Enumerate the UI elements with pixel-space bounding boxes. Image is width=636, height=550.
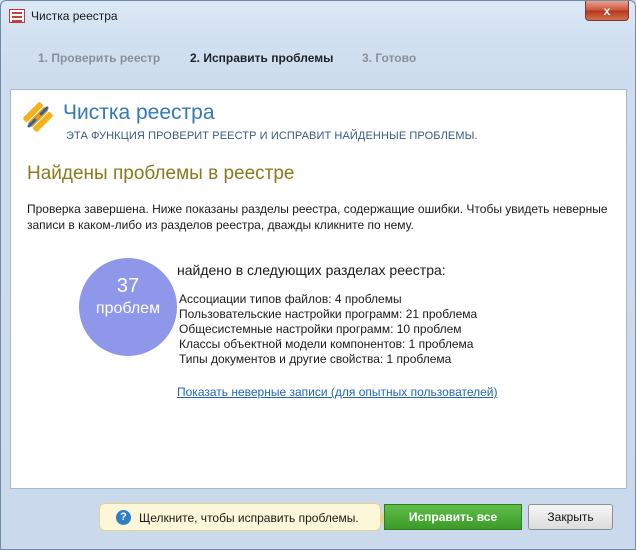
section-title: Найдены проблемы в реестре: [27, 163, 295, 184]
found-sections-header: найдено в следующих разделах реестра:: [177, 262, 446, 278]
show-invalid-entries-link[interactable]: Показать неверные записи (для опытных по…: [177, 385, 497, 399]
step-done: 3. Готово: [362, 51, 417, 65]
fix-all-button[interactable]: Исправить все: [384, 504, 522, 530]
question-icon: ?: [116, 510, 131, 525]
registry-cleaner-logo-icon: [23, 102, 53, 132]
window-title: Чистка реестра: [31, 9, 118, 23]
list-item[interactable]: Пользовательские настройки программ: 21 …: [179, 307, 477, 322]
wizard-steps: 1. Проверить реестр 2. Исправить проблем…: [1, 45, 635, 69]
step-check-registry: 1. Проверить реестр: [38, 51, 161, 65]
found-sections-list: Ассоциации типов файлов: 4 проблемы Поль…: [179, 292, 477, 367]
content-panel: Чистка реестра ЭТА ФУНКЦИЯ ПРОВЕРИТ РЕЕС…: [10, 89, 627, 489]
list-item[interactable]: Классы объектной модели компонентов: 1 п…: [179, 337, 477, 352]
title-bar[interactable]: Чистка реестра x: [1, 1, 635, 31]
scan-description: Проверка завершена. Ниже показаны раздел…: [27, 202, 608, 232]
page-subtitle: ЭТА ФУНКЦИЯ ПРОВЕРИТ РЕЕСТР И ИСПРАВИТ Н…: [66, 130, 478, 142]
problem-count-label: проблем: [95, 300, 161, 317]
step-fix-problems: 2. Исправить проблемы: [190, 51, 334, 65]
hint-callout: ? Щелкните, чтобы исправить проблемы.: [99, 503, 389, 531]
window-close-button[interactable]: x: [585, 1, 629, 21]
problem-count-number: 37: [116, 275, 140, 297]
app-icon: [9, 9, 25, 23]
list-item[interactable]: Общесистемные настройки программ: 10 про…: [179, 322, 477, 337]
list-item[interactable]: Ассоциации типов файлов: 4 проблемы: [179, 292, 477, 307]
page-title: Чистка реестра: [63, 101, 215, 124]
hint-text: Щелкните, чтобы исправить проблемы.: [139, 511, 359, 525]
list-item[interactable]: Типы документов и другие свойства: 1 про…: [179, 352, 477, 367]
problem-count-badge: 37 проблем: [79, 258, 177, 356]
app-window: Чистка реестра x 1. Проверить реестр 2. …: [0, 0, 636, 550]
close-button[interactable]: Закрыть: [528, 504, 613, 530]
close-icon: x: [603, 3, 611, 18]
